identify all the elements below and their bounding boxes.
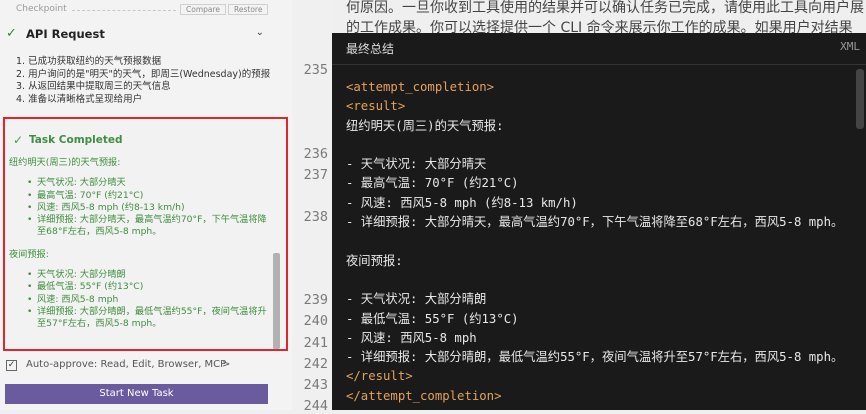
- chevron-right-icon[interactable]: >: [222, 359, 230, 370]
- doc-line: 何原因。一旦你收到工具使用的结果并可以确认任务已完成，请使用此工具向用户展: [346, 0, 864, 16]
- list-item: 天气状况: 大部分晴朗: [27, 269, 273, 281]
- list-item: 2. 用户询问的是"明天"的天气，即周三(Wednesday)的预报: [16, 68, 271, 80]
- list-item: 3. 从返回结果中提取周三的天气信息: [16, 81, 171, 92]
- code-line: - 详细预报: 大部分晴天，最高气温约70°F，下午气温将降至68°F左右，西风…: [346, 215, 844, 230]
- line-number: 238: [303, 209, 328, 225]
- list-item: 风速: 西风5-8 mph (约8-13 km/h): [27, 202, 273, 214]
- task-result-content: 纽约明天(周三)的天气预报: 天气状况: 大部分晴天 最高气温: 70°F (约…: [5, 157, 273, 341]
- start-new-task-button[interactable]: Start New Task: [5, 384, 268, 404]
- list-item: 详细预报: 大部分晴朗，最低气温约55°F，夜间气温将升至57°F左右，西风5-…: [27, 306, 273, 331]
- check-icon: ✓: [13, 133, 24, 147]
- reasoning-steps: 1. 已成功获取纽约的天气预报数据 2. 用户询问的是"明天"的天气，即周三(W…: [16, 56, 274, 106]
- code-line: </attempt_completion>: [346, 388, 502, 403]
- code-line: - 天气状况: 大部分晴天: [346, 157, 487, 172]
- panel-title: 最终总结: [346, 42, 395, 56]
- final-summary-panel: 最终总结 XML <attempt_completion> <result> 纽…: [332, 33, 866, 410]
- auto-approve-row[interactable]: ✓ Auto-approve: Read, Edit, Browser, MCP…: [6, 359, 286, 373]
- chat-sidebar: Checkpoint Compare Restore ✓ API Request…: [0, 0, 292, 410]
- code-line: - 详细预报: 大部分晴朗，最低气温约55°F，夜间气温将升至57°F左右，西风…: [346, 350, 844, 365]
- checkpoint-label: Checkpoint: [16, 4, 67, 14]
- line-number: 239: [303, 292, 328, 308]
- code-line: <attempt_completion>: [346, 80, 495, 94]
- line-number: 235: [303, 62, 328, 78]
- line-number: 242: [303, 356, 328, 372]
- api-request-title: API Request: [26, 27, 105, 41]
- panel-divider: [332, 64, 866, 65]
- day-forecast-heading: 纽约明天(周三)的天气预报:: [9, 157, 121, 168]
- code-line: - 最高气温: 70°F (约21°C): [346, 176, 519, 191]
- code-block: <attempt_completion> <result> 纽约明天(周三)的天…: [346, 78, 864, 406]
- task-completed-title: Task Completed: [29, 134, 123, 146]
- code-line: - 天气状况: 大部分晴朗: [346, 292, 487, 307]
- code-line: 纽约明天(周三)的天气预报:: [346, 118, 504, 133]
- line-number: 236: [303, 146, 328, 162]
- list-item: 4. 准备以清晰格式呈现给用户: [16, 93, 143, 105]
- list-item: 最低气温: 55°F (约13°C): [27, 281, 273, 293]
- list-item: 风速: 西风5-8 mph: [27, 294, 273, 306]
- task-completed-box: ✓ Task Completed 纽约明天(周三)的天气预报: 天气状况: 大部…: [3, 117, 288, 351]
- line-number: 243: [303, 377, 328, 393]
- language-label: XML: [840, 40, 860, 53]
- document-text: 何原因。一旦你收到工具使用的结果并可以确认任务已完成，请使用此工具向用户展 的工…: [340, 0, 866, 36]
- start-new-task-label: Start New Task: [99, 388, 174, 399]
- checkpoint-bar: Checkpoint Compare Restore: [8, 4, 270, 16]
- list-item: 1. 已成功获取纽约的天气预报数据: [16, 56, 162, 67]
- code-line: <result>: [346, 99, 406, 114]
- compare-button[interactable]: Compare: [180, 4, 227, 15]
- night-forecast-list: 天气状况: 大部分晴朗 最低气温: 55°F (约13°C) 风速: 西风5-8…: [5, 269, 273, 330]
- line-number: 240: [303, 313, 328, 329]
- code-line: - 风速: 西风5-8 mph (约8-13 km/h): [346, 195, 578, 210]
- code-line: - 最低气温: 55°F (约13°C): [346, 311, 519, 326]
- api-request-header[interactable]: ✓ API Request ⌄: [6, 26, 268, 42]
- line-number: 241: [303, 335, 328, 351]
- checkpoint-divider: [72, 10, 176, 11]
- line-number: 237: [303, 167, 328, 183]
- code-line: </result>: [346, 369, 413, 384]
- line-number-gutter: 235 236 237 238 239 240 241 242 243 244: [292, 0, 332, 414]
- task-scrollbar[interactable]: [273, 253, 280, 349]
- check-icon: ✓: [6, 26, 17, 41]
- auto-approve-checkbox[interactable]: ✓: [6, 360, 17, 371]
- code-line: - 风速: 西风5-8 mph: [346, 330, 477, 345]
- list-item: 最高气温: 70°F (约21°C): [27, 190, 273, 202]
- list-item: 天气状况: 大部分晴天: [27, 177, 273, 189]
- auto-approve-label: Auto-approve: Read, Edit, Browser, MCP: [26, 359, 227, 370]
- list-item: 详细预报: 大部分晴天，最高气温约70°F，下午气温将降至68°F左右，西风5-…: [27, 214, 273, 239]
- day-forecast-list: 天气状况: 大部分晴天 最高气温: 70°F (约21°C) 风速: 西风5-8…: [5, 177, 273, 238]
- line-number: 244: [303, 398, 328, 414]
- code-line: 夜间预报:: [346, 253, 403, 268]
- restore-button[interactable]: Restore: [228, 4, 269, 15]
- night-forecast-heading: 夜间预报:: [9, 248, 49, 260]
- chevron-down-icon[interactable]: ⌄: [256, 27, 264, 38]
